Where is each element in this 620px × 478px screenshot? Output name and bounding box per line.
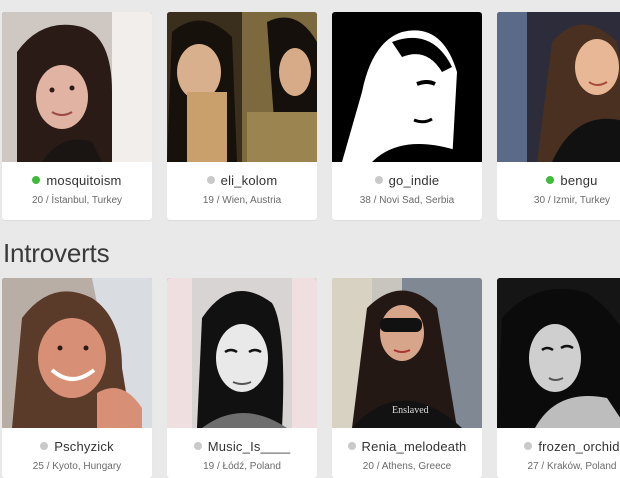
user-info: 25 / Kyoto, Hungary	[32, 461, 122, 472]
section-title: Introverts	[3, 238, 110, 268]
profile-card-eli_kolom[interactable]: eli_kolom 19 / Wien, Austria	[167, 12, 317, 220]
user-info: 19 / Łódź, Poland	[203, 461, 281, 472]
profile-card-frozen_orchid[interactable]: frozen_orchid 27 / Kraków, Poland	[497, 278, 620, 478]
username[interactable]: go_indie	[389, 173, 440, 188]
username[interactable]: eli_kolom	[221, 173, 278, 188]
offline-status-icon	[40, 442, 49, 450]
profile-card-go_indie[interactable]: go_indie 38 / Novi Sad, Serbia	[332, 12, 482, 220]
username[interactable]: Renia_melodeath	[362, 439, 467, 454]
offline-status-icon	[374, 176, 383, 184]
profile-photo[interactable]	[167, 278, 317, 428]
username[interactable]: frozen_orchid	[538, 439, 619, 454]
user-info: 38 / Novi Sad, Serbia	[359, 195, 455, 206]
offline-status-icon	[193, 442, 202, 450]
user-info: 27 / Kraków, Poland	[527, 461, 617, 472]
profile-photo[interactable]: Enslaved	[332, 278, 482, 428]
profile-card-bengu[interactable]: bengu 30 / Izmir, Turkey	[497, 12, 620, 220]
profile-photo[interactable]	[332, 12, 482, 162]
profile-card-renia_melodeath[interactable]: Enslaved Renia_melodeath 20 / Athens, Gr…	[332, 278, 482, 478]
profile-photo[interactable]	[2, 12, 152, 162]
user-info: 30 / Izmir, Turkey	[533, 195, 611, 206]
online-status-icon	[546, 176, 555, 184]
offline-status-icon	[524, 442, 533, 450]
profile-photo[interactable]	[497, 12, 620, 162]
user-info: 20 / İstanbul, Turkey	[31, 195, 123, 206]
offline-status-icon	[347, 442, 356, 450]
profile-card-pschyzick[interactable]: Pschyzick 25 / Kyoto, Hungary	[2, 278, 152, 478]
profile-photo[interactable]	[167, 12, 317, 162]
user-info: 19 / Wien, Austria	[202, 195, 282, 206]
username[interactable]: Music_Is____	[208, 439, 291, 454]
profile-photo[interactable]	[2, 278, 152, 428]
username[interactable]: mosquitoism	[46, 173, 121, 188]
profile-card-mosquitoism[interactable]: mosquitoism 20 / İstanbul, Turkey	[2, 12, 152, 220]
profile-card-music_is[interactable]: Music_Is____ 19 / Łódź, Poland	[167, 278, 317, 478]
offline-status-icon	[206, 176, 215, 184]
user-info: 20 / Athens, Greece	[362, 461, 452, 472]
username[interactable]: Pschyzick	[54, 439, 114, 454]
username[interactable]: bengu	[560, 173, 597, 188]
svg-text:Enslaved: Enslaved	[392, 405, 429, 416]
online-status-icon	[32, 176, 41, 184]
profile-photo[interactable]	[497, 278, 620, 428]
